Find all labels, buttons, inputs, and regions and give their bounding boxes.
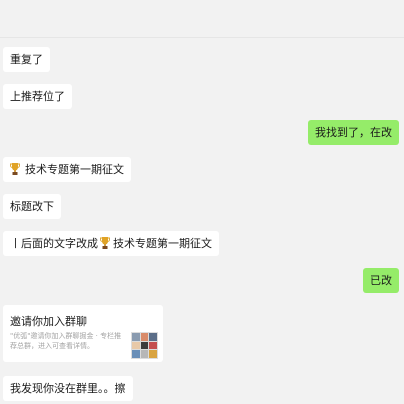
message-incoming[interactable]: 重复了 bbox=[3, 47, 50, 72]
message-incoming[interactable]: 上推荐位了 bbox=[3, 84, 72, 109]
trophy-icon bbox=[100, 237, 110, 249]
message-text: 我找到了，在改 bbox=[315, 126, 392, 139]
message-outgoing[interactable]: 我找到了，在改 bbox=[308, 120, 399, 145]
message-text: 标题改下 bbox=[10, 200, 54, 213]
invite-description: "优弧"邀请你加入群聊掘金 · 专栏推荐总群，进入可查看详情。 bbox=[10, 332, 122, 350]
message-incoming[interactable]: 我发现你没在群里。。擦 bbox=[3, 376, 133, 401]
message-incoming[interactable]: 标题改下 bbox=[3, 194, 61, 219]
message-incoming[interactable]: 技术专题第一期征文 bbox=[3, 157, 131, 182]
trophy-icon bbox=[10, 163, 20, 175]
message-outgoing[interactable]: 已改 bbox=[363, 268, 399, 293]
message-text-before: 丨后面的文字改成 bbox=[10, 237, 98, 250]
invite-title: 邀请你加入群聊 bbox=[10, 315, 87, 328]
message-text: 技术专题第一期征文 bbox=[25, 163, 124, 176]
group-avatar-icon bbox=[131, 332, 158, 359]
message-text: 上推荐位了 bbox=[10, 90, 65, 103]
group-invite-card[interactable]: 邀请你加入群聊 "优弧"邀请你加入群聊掘金 · 专栏推荐总群，进入可查看详情。 bbox=[3, 305, 163, 362]
message-text-after: 技术专题第一期征文 bbox=[113, 237, 212, 250]
message-text: 我发现你没在群里。。擦 bbox=[10, 382, 126, 395]
header-divider bbox=[0, 37, 404, 38]
message-incoming[interactable]: 丨后面的文字改成 技术专题第一期征文 bbox=[3, 231, 219, 256]
chat-window: 重复了 上推荐位了 我找到了，在改 技术专题第一期征文 标题改下 丨后面的文字改… bbox=[0, 0, 404, 404]
message-text: 已改 bbox=[370, 274, 392, 287]
message-text: 重复了 bbox=[10, 53, 43, 66]
